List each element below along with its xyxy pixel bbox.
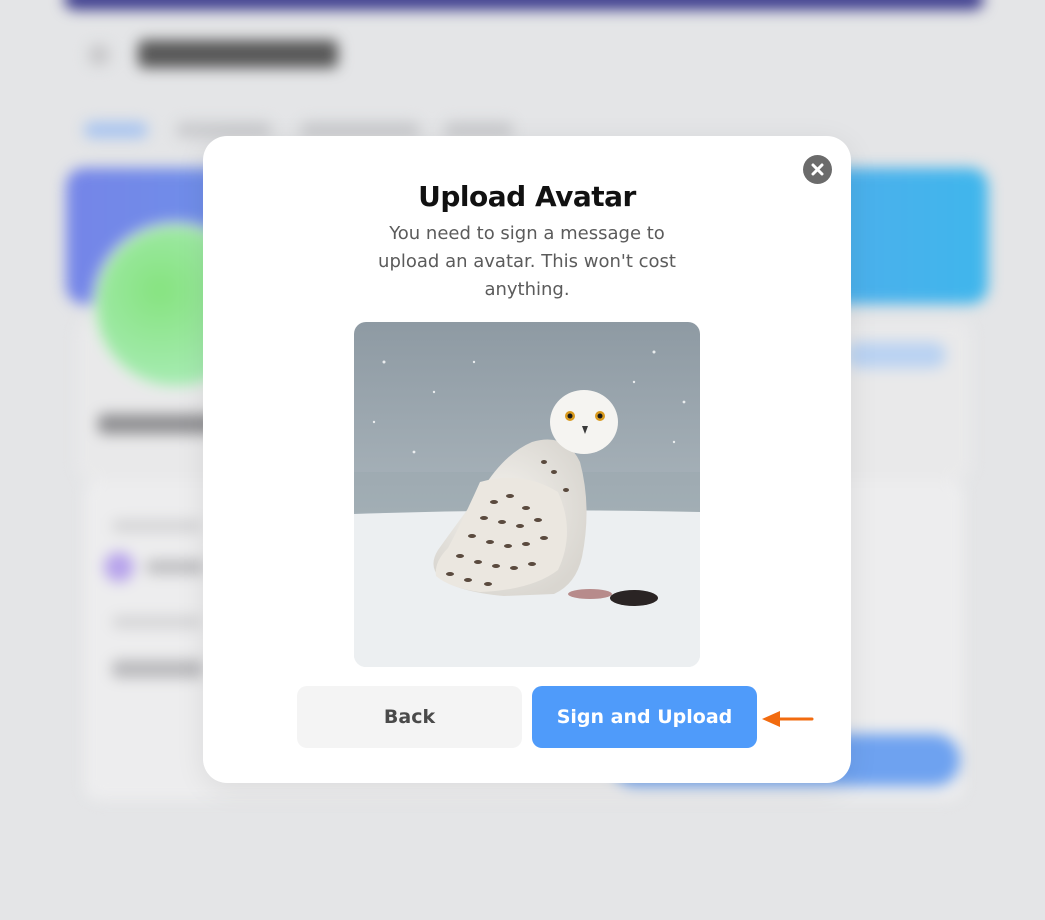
- background-text-line: [112, 520, 202, 532]
- background-icon: [104, 552, 134, 582]
- modal-title: Upload Avatar: [418, 180, 636, 213]
- background-text-line: [98, 414, 218, 434]
- background-tab: [84, 122, 148, 138]
- close-icon: [811, 163, 824, 176]
- background-page-title: [138, 40, 338, 68]
- background-back-icon: [88, 44, 110, 66]
- avatar-preview-image: [354, 322, 700, 667]
- background-text-line: [112, 616, 202, 628]
- background-text-line: [146, 560, 206, 574]
- modal-description: You need to sign a message to upload an …: [378, 223, 676, 300]
- background-pill: [846, 342, 946, 368]
- back-button[interactable]: Back: [297, 686, 522, 748]
- background-header-bar: [64, 0, 984, 10]
- annotation-arrow-icon: [762, 711, 814, 727]
- background-text-line: [112, 660, 204, 678]
- upload-avatar-modal: Upload Avatar You need to sign a message…: [203, 136, 851, 783]
- sign-and-upload-button[interactable]: Sign and Upload: [532, 686, 757, 748]
